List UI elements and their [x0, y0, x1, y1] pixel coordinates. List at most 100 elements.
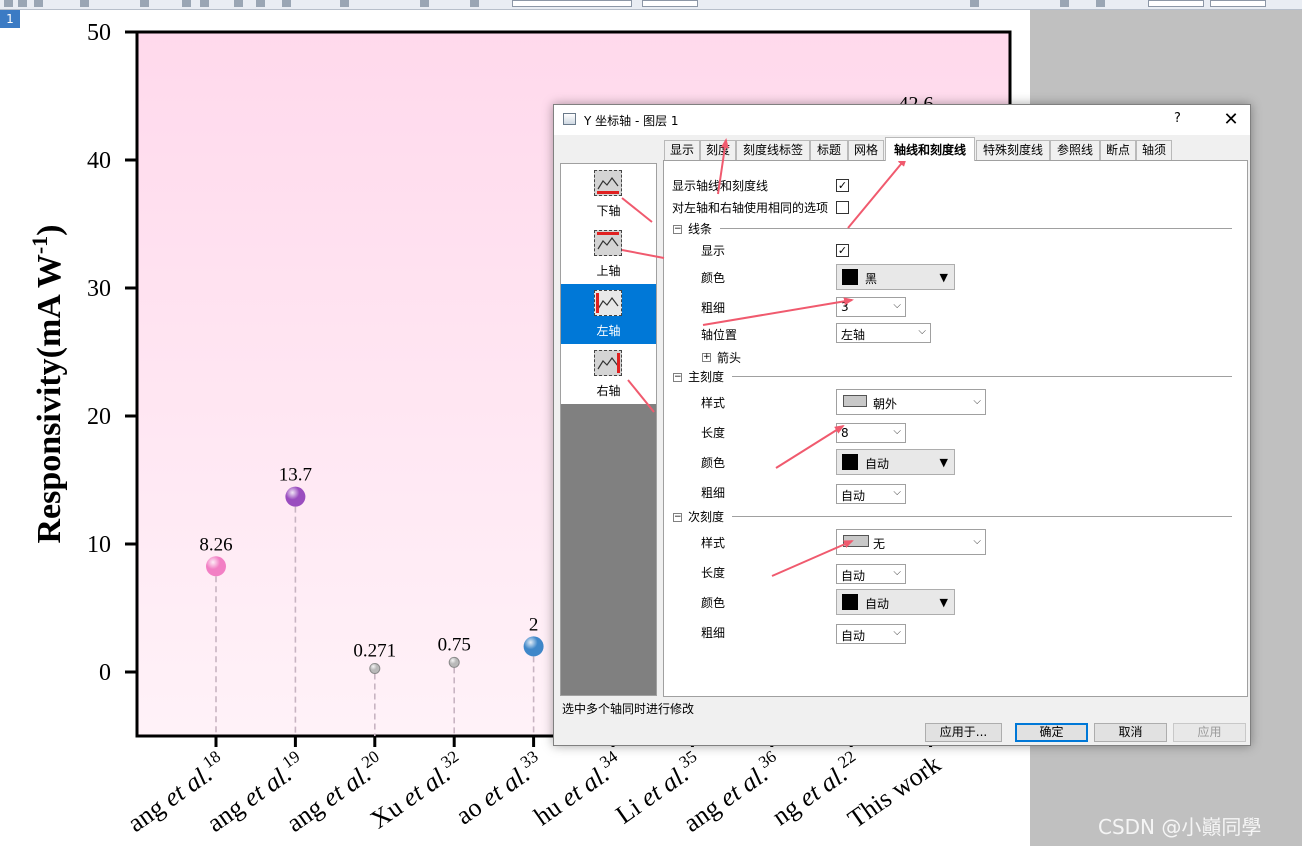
collapse-major-icon[interactable]: − [673, 373, 682, 382]
watermark: CSDN @小巓同學 [1098, 815, 1262, 839]
data-label: 2 [529, 614, 539, 635]
axis-position-value: 左轴 [841, 328, 866, 342]
line-color-select[interactable]: 黑 ▼ [836, 264, 955, 290]
tab-special-ticks[interactable]: 特殊刻度线 [976, 140, 1050, 160]
minor-style-value: 无 [873, 537, 886, 551]
color-swatch [842, 594, 858, 610]
y-axis-title-close: ) [31, 224, 68, 235]
data-label: 0.271 [353, 641, 396, 662]
tab-rug[interactable]: 轴须 [1136, 140, 1172, 160]
line-width-select[interactable]: 3 ⌵ [836, 297, 906, 317]
help-button[interactable]: ? [1174, 111, 1181, 126]
minor-length-label: 长度 [701, 566, 726, 580]
data-point-highlight [449, 657, 460, 668]
tab-display[interactable]: 显示 [664, 140, 700, 160]
data-point-highlight [206, 556, 226, 577]
options-panel: 显示轴线和刻度线 ✓ 对左轴和右轴使用相同的选项 − 线条 显示 ✓ 颜色 黑 … [663, 160, 1248, 697]
chevron-down-icon: ⌵ [893, 426, 901, 437]
major-length-value: 8 [841, 426, 849, 440]
y-tick-label: 0 [99, 660, 111, 686]
line-section-title: 线条 [688, 222, 713, 236]
minor-length-value: 自动 [841, 569, 866, 583]
color-swatch [842, 454, 858, 470]
status-hint: 选中多个轴同时进行修改 [562, 702, 695, 716]
chevron-down-icon: ⌵ [918, 326, 926, 337]
axis-label-right: 右轴 [596, 384, 621, 398]
minor-length-select[interactable]: 自动 ⌵ [836, 564, 906, 584]
major-color-select[interactable]: 自动 ▼ [836, 449, 955, 475]
minor-color-select[interactable]: 自动 ▼ [836, 589, 955, 615]
collapse-line-icon[interactable]: − [673, 225, 682, 234]
y-tick-label: 30 [87, 276, 111, 302]
major-style-select[interactable]: 朝外 ⌵ [836, 389, 986, 415]
axis-label-top: 上轴 [596, 264, 621, 278]
section-divider [732, 376, 1232, 377]
tab-line-and-ticks[interactable]: 轴线和刻度线 [885, 137, 975, 161]
data-point-highlight [369, 663, 380, 674]
axis-position-label: 轴位置 [701, 328, 738, 342]
minor-width-select[interactable]: 自动 ⌵ [836, 624, 906, 644]
tab-title[interactable]: 标题 [810, 140, 848, 160]
axis-position-select[interactable]: 左轴 ⌵ [836, 323, 931, 343]
collapse-minor-icon[interactable]: − [673, 513, 682, 522]
major-color-value: 自动 [865, 457, 890, 471]
minor-section-title: 次刻度 [688, 510, 725, 524]
dialog-titlebar[interactable]: Y 坐标轴 - 图层 1 ? ✕ [554, 105, 1250, 135]
same-options-checkbox[interactable] [836, 201, 849, 214]
data-point-highlight [285, 486, 306, 507]
same-options-label: 对左轴和右轴使用相同的选项 [672, 201, 829, 215]
chevron-down-icon: ⌵ [893, 567, 901, 578]
y-tick-label: 20 [87, 404, 111, 430]
left-axis-icon [594, 290, 622, 316]
minor-width-label: 粗细 [701, 626, 726, 640]
axis-item-bottom[interactable]: 下轴 [561, 164, 656, 224]
major-width-select[interactable]: 自动 ⌵ [836, 484, 906, 504]
tab-scale[interactable]: 刻度 [700, 140, 736, 160]
right-axis-icon [594, 350, 622, 376]
y-axis-title: Responsivity(mA W-1) [27, 224, 68, 543]
apply-button[interactable]: 应用 [1173, 723, 1246, 742]
major-length-label: 长度 [701, 426, 726, 440]
section-divider [732, 516, 1232, 517]
axis-item-top[interactable]: 上轴 [561, 224, 656, 284]
y-tick-label: 10 [87, 532, 111, 558]
tab-breaks[interactable]: 断点 [1100, 140, 1136, 160]
major-length-select[interactable]: 8 ⌵ [836, 423, 906, 443]
section-divider [720, 228, 1232, 229]
ok-button[interactable]: 确定 [1015, 723, 1088, 742]
arrow-label: 箭头 [717, 351, 742, 365]
axis-label-left: 左轴 [596, 324, 621, 338]
x-category-label: ao et al.33 [449, 747, 549, 831]
y-axis-ticks: 0 10 20 30 40 50 [87, 20, 137, 686]
x-axis-labels: ang et al.18ang et al.19ang et al.20Xu e… [122, 746, 946, 837]
chevron-down-icon: ⌵ [893, 300, 901, 311]
tab-grid[interactable]: 网格 [848, 140, 884, 160]
y-axis-dialog: Y 坐标轴 - 图层 1 ? ✕ 显示 刻度 刻度线标签 标题 网格 轴线和刻度… [553, 104, 1251, 746]
dialog-title: Y 坐标轴 - 图层 1 [584, 114, 679, 128]
close-button[interactable]: ✕ [1216, 107, 1246, 133]
axis-item-right[interactable]: 右轴 [561, 344, 656, 404]
tab-reference-lines[interactable]: 参照线 [1050, 140, 1100, 160]
expand-arrow-icon[interactable]: + [702, 353, 711, 362]
major-width-label: 粗细 [701, 486, 726, 500]
color-swatch [842, 269, 858, 285]
dropdown-arrow-icon: ▼ [939, 596, 948, 609]
major-section-title: 主刻度 [688, 370, 725, 384]
line-show-checkbox[interactable]: ✓ [836, 244, 849, 257]
minor-width-value: 自动 [841, 629, 866, 643]
major-style-label: 样式 [701, 396, 726, 410]
minor-style-select[interactable]: 无 ⌵ [836, 529, 986, 555]
major-style-value: 朝外 [873, 397, 898, 411]
show-axis-ticks-label: 显示轴线和刻度线 [672, 179, 769, 193]
minor-color-value: 自动 [865, 597, 890, 611]
show-axis-ticks-checkbox[interactable]: ✓ [836, 179, 849, 192]
tab-tick-labels[interactable]: 刻度线标签 [736, 140, 810, 160]
tick-style-swatch [843, 395, 867, 407]
dropdown-arrow-icon: ▼ [939, 456, 948, 469]
apply-to-button[interactable]: 应用于... [925, 723, 1002, 742]
dropdown-arrow-icon: ▼ [939, 271, 948, 284]
line-width-value: 3 [841, 300, 849, 314]
axis-list: 下轴 上轴 左轴 右轴 [560, 163, 657, 696]
axis-item-left[interactable]: 左轴 [561, 284, 656, 344]
cancel-button[interactable]: 取消 [1094, 723, 1167, 742]
